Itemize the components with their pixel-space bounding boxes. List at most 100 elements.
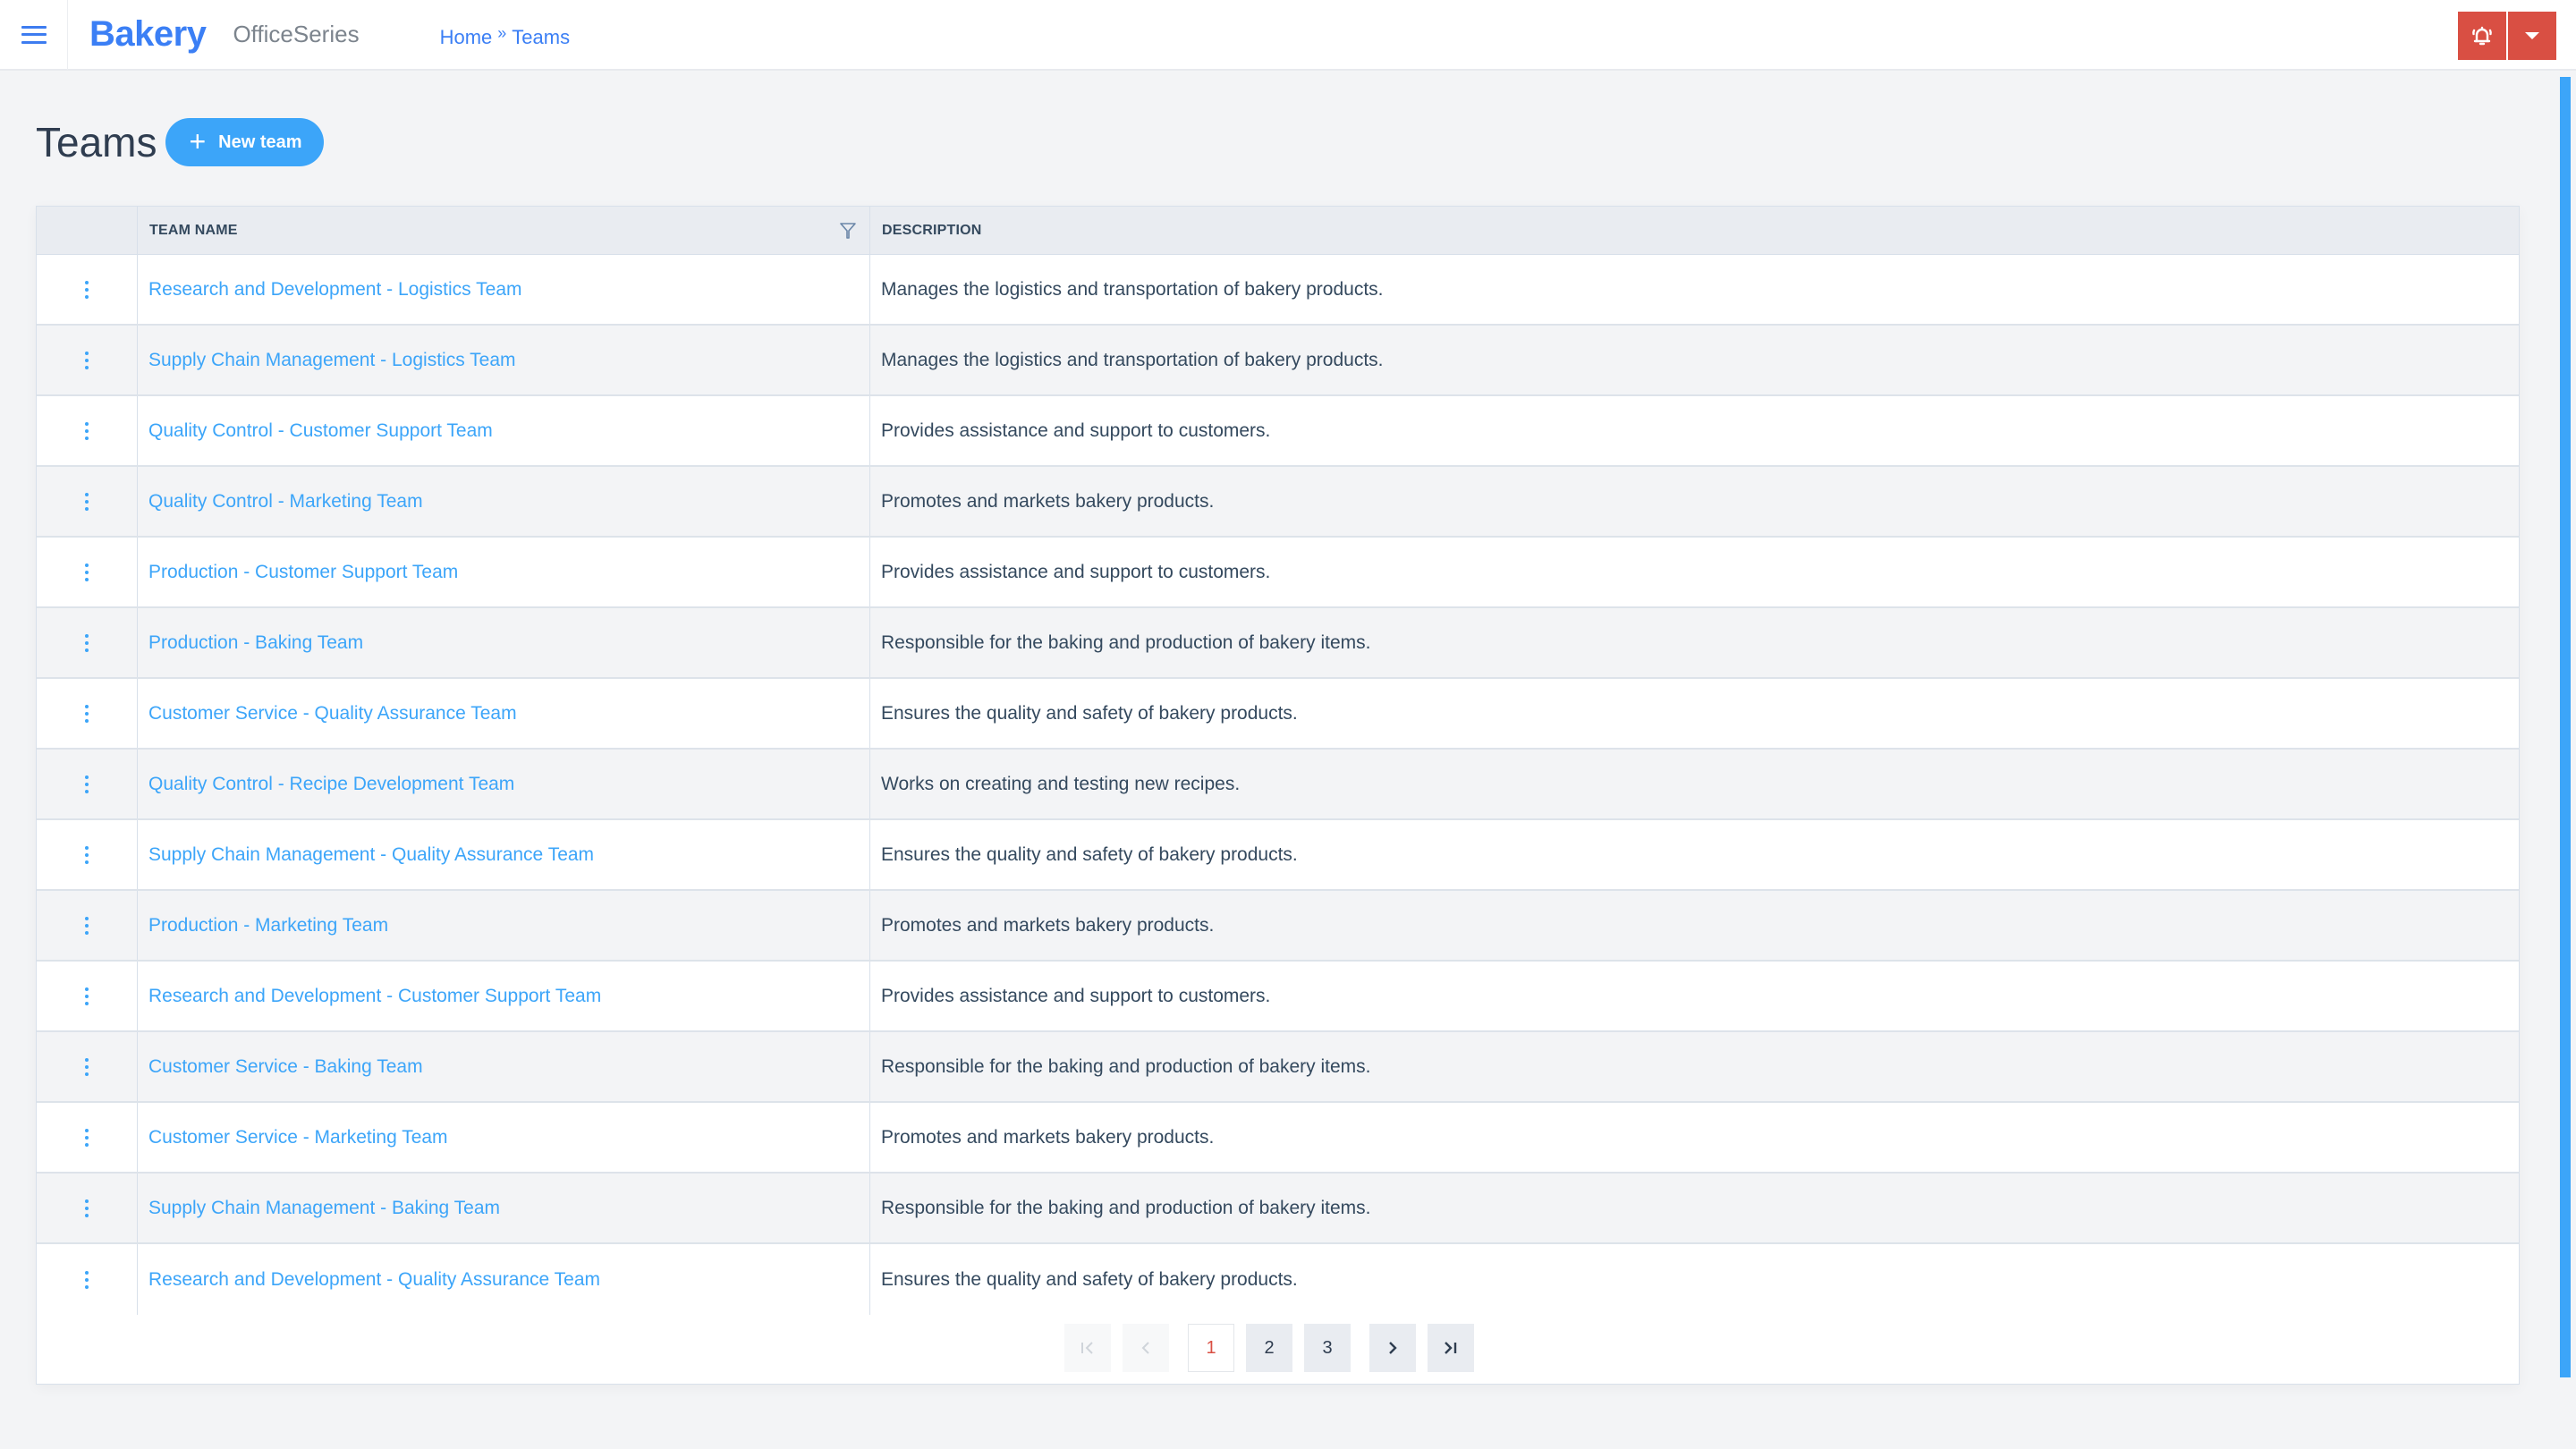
table-row: Production - Customer Support Team Provid…: [37, 538, 2519, 608]
team-name-link[interactable]: Production - Baking Team: [148, 632, 363, 654]
row-actions-menu-button[interactable]: [80, 699, 94, 728]
next-page-button[interactable]: [1369, 1324, 1416, 1372]
row-actions-cell: [37, 820, 138, 889]
description-cell: Ensures the quality and safety of bakery…: [870, 679, 2519, 748]
team-name-column-header[interactable]: TEAM NAME: [138, 207, 870, 254]
description-cell: Manages the logistics and transportation…: [870, 326, 2519, 394]
row-actions-menu-button[interactable]: [80, 1194, 94, 1223]
team-name-link[interactable]: Research and Development - Quality Assur…: [148, 1269, 600, 1291]
description-cell: Responsible for the baking and productio…: [870, 608, 2519, 677]
hamburger-menu-button[interactable]: [0, 0, 68, 70]
team-name-cell: Research and Development - Logistics Tea…: [138, 255, 870, 324]
teams-table-card: TEAM NAME DESCRIPTION Research and Devel…: [36, 206, 2520, 1385]
description-cell: Ensures the quality and safety of bakery…: [870, 820, 2519, 889]
chevron-right-icon: [1389, 1342, 1397, 1354]
breadcrumb-teams[interactable]: Teams: [512, 26, 570, 49]
team-name-link[interactable]: Research and Development - Customer Supp…: [148, 986, 601, 1007]
team-name-cell: Quality Control - Marketing Team: [138, 467, 870, 536]
table-body: Research and Development - Logistics Tea…: [37, 255, 2519, 1315]
row-actions-menu-button[interactable]: [80, 275, 94, 304]
description-cell: Manages the logistics and transportation…: [870, 255, 2519, 324]
table-row: Customer Service - Quality Assurance Tea…: [37, 679, 2519, 750]
description-cell: Ensures the quality and safety of bakery…: [870, 1244, 2519, 1315]
team-name-link[interactable]: Customer Service - Baking Team: [148, 1056, 423, 1078]
new-team-label: New team: [218, 131, 302, 152]
table-header: TEAM NAME DESCRIPTION: [37, 207, 2519, 255]
kebab-icon: [85, 280, 89, 284]
scrollbar-thumb[interactable]: [2560, 77, 2571, 1377]
row-actions-menu-button[interactable]: [80, 982, 94, 1011]
table-row: Research and Development - Customer Supp…: [37, 962, 2519, 1032]
kebab-icon: [85, 633, 89, 638]
row-actions-cell: [37, 396, 138, 465]
team-description: Ensures the quality and safety of bakery…: [881, 843, 1298, 865]
row-actions-menu-button[interactable]: [80, 629, 94, 657]
row-actions-cell: [37, 1244, 138, 1315]
kebab-icon: [85, 845, 89, 850]
user-menu-dropdown-button[interactable]: [2508, 12, 2556, 60]
row-actions-menu-button[interactable]: [80, 770, 94, 799]
team-name-cell: Quality Control - Recipe Development Tea…: [138, 750, 870, 818]
team-name-link[interactable]: Customer Service - Marketing Team: [148, 1127, 448, 1148]
team-name-link[interactable]: Customer Service - Quality Assurance Tea…: [148, 703, 517, 724]
page-2-button[interactable]: 2: [1246, 1324, 1292, 1372]
team-name-link[interactable]: Research and Development - Logistics Tea…: [148, 279, 522, 301]
team-name-link[interactable]: Supply Chain Management - Quality Assura…: [148, 844, 594, 866]
team-name-cell: Research and Development - Quality Assur…: [138, 1244, 870, 1315]
row-actions-cell: [37, 962, 138, 1030]
team-description: Responsible for the baking and productio…: [881, 1197, 1371, 1218]
top-navbar: Bakery OfficeSeries Home » Teams: [0, 0, 2576, 71]
breadcrumb-home[interactable]: Home: [440, 26, 493, 49]
table-row: Quality Control - Customer Support Team P…: [37, 396, 2519, 467]
team-name-cell: Production - Customer Support Team: [138, 538, 870, 606]
row-actions-cell: [37, 1174, 138, 1242]
kebab-icon: [85, 351, 89, 355]
team-name-cell: Quality Control - Customer Support Team: [138, 396, 870, 465]
team-name-link[interactable]: Production - Marketing Team: [148, 915, 388, 936]
team-name-link[interactable]: Production - Customer Support Team: [148, 562, 458, 583]
team-name-cell: Customer Service - Marketing Team: [138, 1103, 870, 1172]
row-actions-menu-button[interactable]: [80, 841, 94, 869]
first-page-button[interactable]: [1064, 1324, 1111, 1372]
filter-icon[interactable]: [839, 222, 857, 240]
row-actions-menu-button[interactable]: [80, 1053, 94, 1081]
row-actions-menu-button[interactable]: [80, 911, 94, 940]
row-actions-menu-button[interactable]: [80, 487, 94, 516]
row-actions-menu-button[interactable]: [80, 1266, 94, 1294]
row-actions-menu-button[interactable]: [80, 1123, 94, 1152]
notifications-button[interactable]: [2458, 12, 2506, 60]
team-name-header-label: TEAM NAME: [149, 222, 238, 238]
team-name-link[interactable]: Quality Control - Customer Support Team: [148, 420, 493, 442]
team-description: Responsible for the baking and productio…: [881, 631, 1371, 653]
page-header: Teams + New team: [36, 118, 324, 166]
team-name-link[interactable]: Quality Control - Marketing Team: [148, 491, 423, 513]
previous-page-button[interactable]: [1123, 1324, 1169, 1372]
row-actions-cell: [37, 1103, 138, 1172]
row-actions-menu-button[interactable]: [80, 346, 94, 375]
row-actions-menu-button[interactable]: [80, 558, 94, 587]
kebab-icon: [85, 1057, 89, 1062]
pagination: 1 2 3: [1064, 1324, 1486, 1372]
row-actions-cell: [37, 467, 138, 536]
row-actions-menu-button[interactable]: [80, 417, 94, 445]
page-1-button[interactable]: 1: [1188, 1324, 1234, 1372]
team-name-cell: Supply Chain Management - Quality Assura…: [138, 820, 870, 889]
team-description: Manages the logistics and transportation…: [881, 278, 1384, 300]
description-cell: Responsible for the baking and productio…: [870, 1174, 2519, 1242]
team-name-link[interactable]: Supply Chain Management - Logistics Team: [148, 350, 516, 371]
team-name-link[interactable]: Supply Chain Management - Baking Team: [148, 1198, 500, 1219]
kebab-icon: [85, 704, 89, 708]
team-description: Ensures the quality and safety of bakery…: [881, 702, 1298, 724]
table-row: Production - Baking Team Responsible for …: [37, 608, 2519, 679]
table-row: Supply Chain Management - Quality Assura…: [37, 820, 2519, 891]
team-name-link[interactable]: Quality Control - Recipe Development Tea…: [148, 774, 514, 795]
kebab-icon: [85, 1270, 89, 1275]
new-team-button[interactable]: + New team: [165, 118, 324, 166]
brand-logo[interactable]: Bakery: [89, 14, 207, 55]
last-page-button[interactable]: [1428, 1324, 1474, 1372]
team-description: Manages the logistics and transportation…: [881, 349, 1384, 370]
last-page-icon: [1445, 1342, 1457, 1354]
page-title: Teams: [36, 119, 157, 165]
team-name-cell: Production - Marketing Team: [138, 891, 870, 960]
page-3-button[interactable]: 3: [1304, 1324, 1351, 1372]
